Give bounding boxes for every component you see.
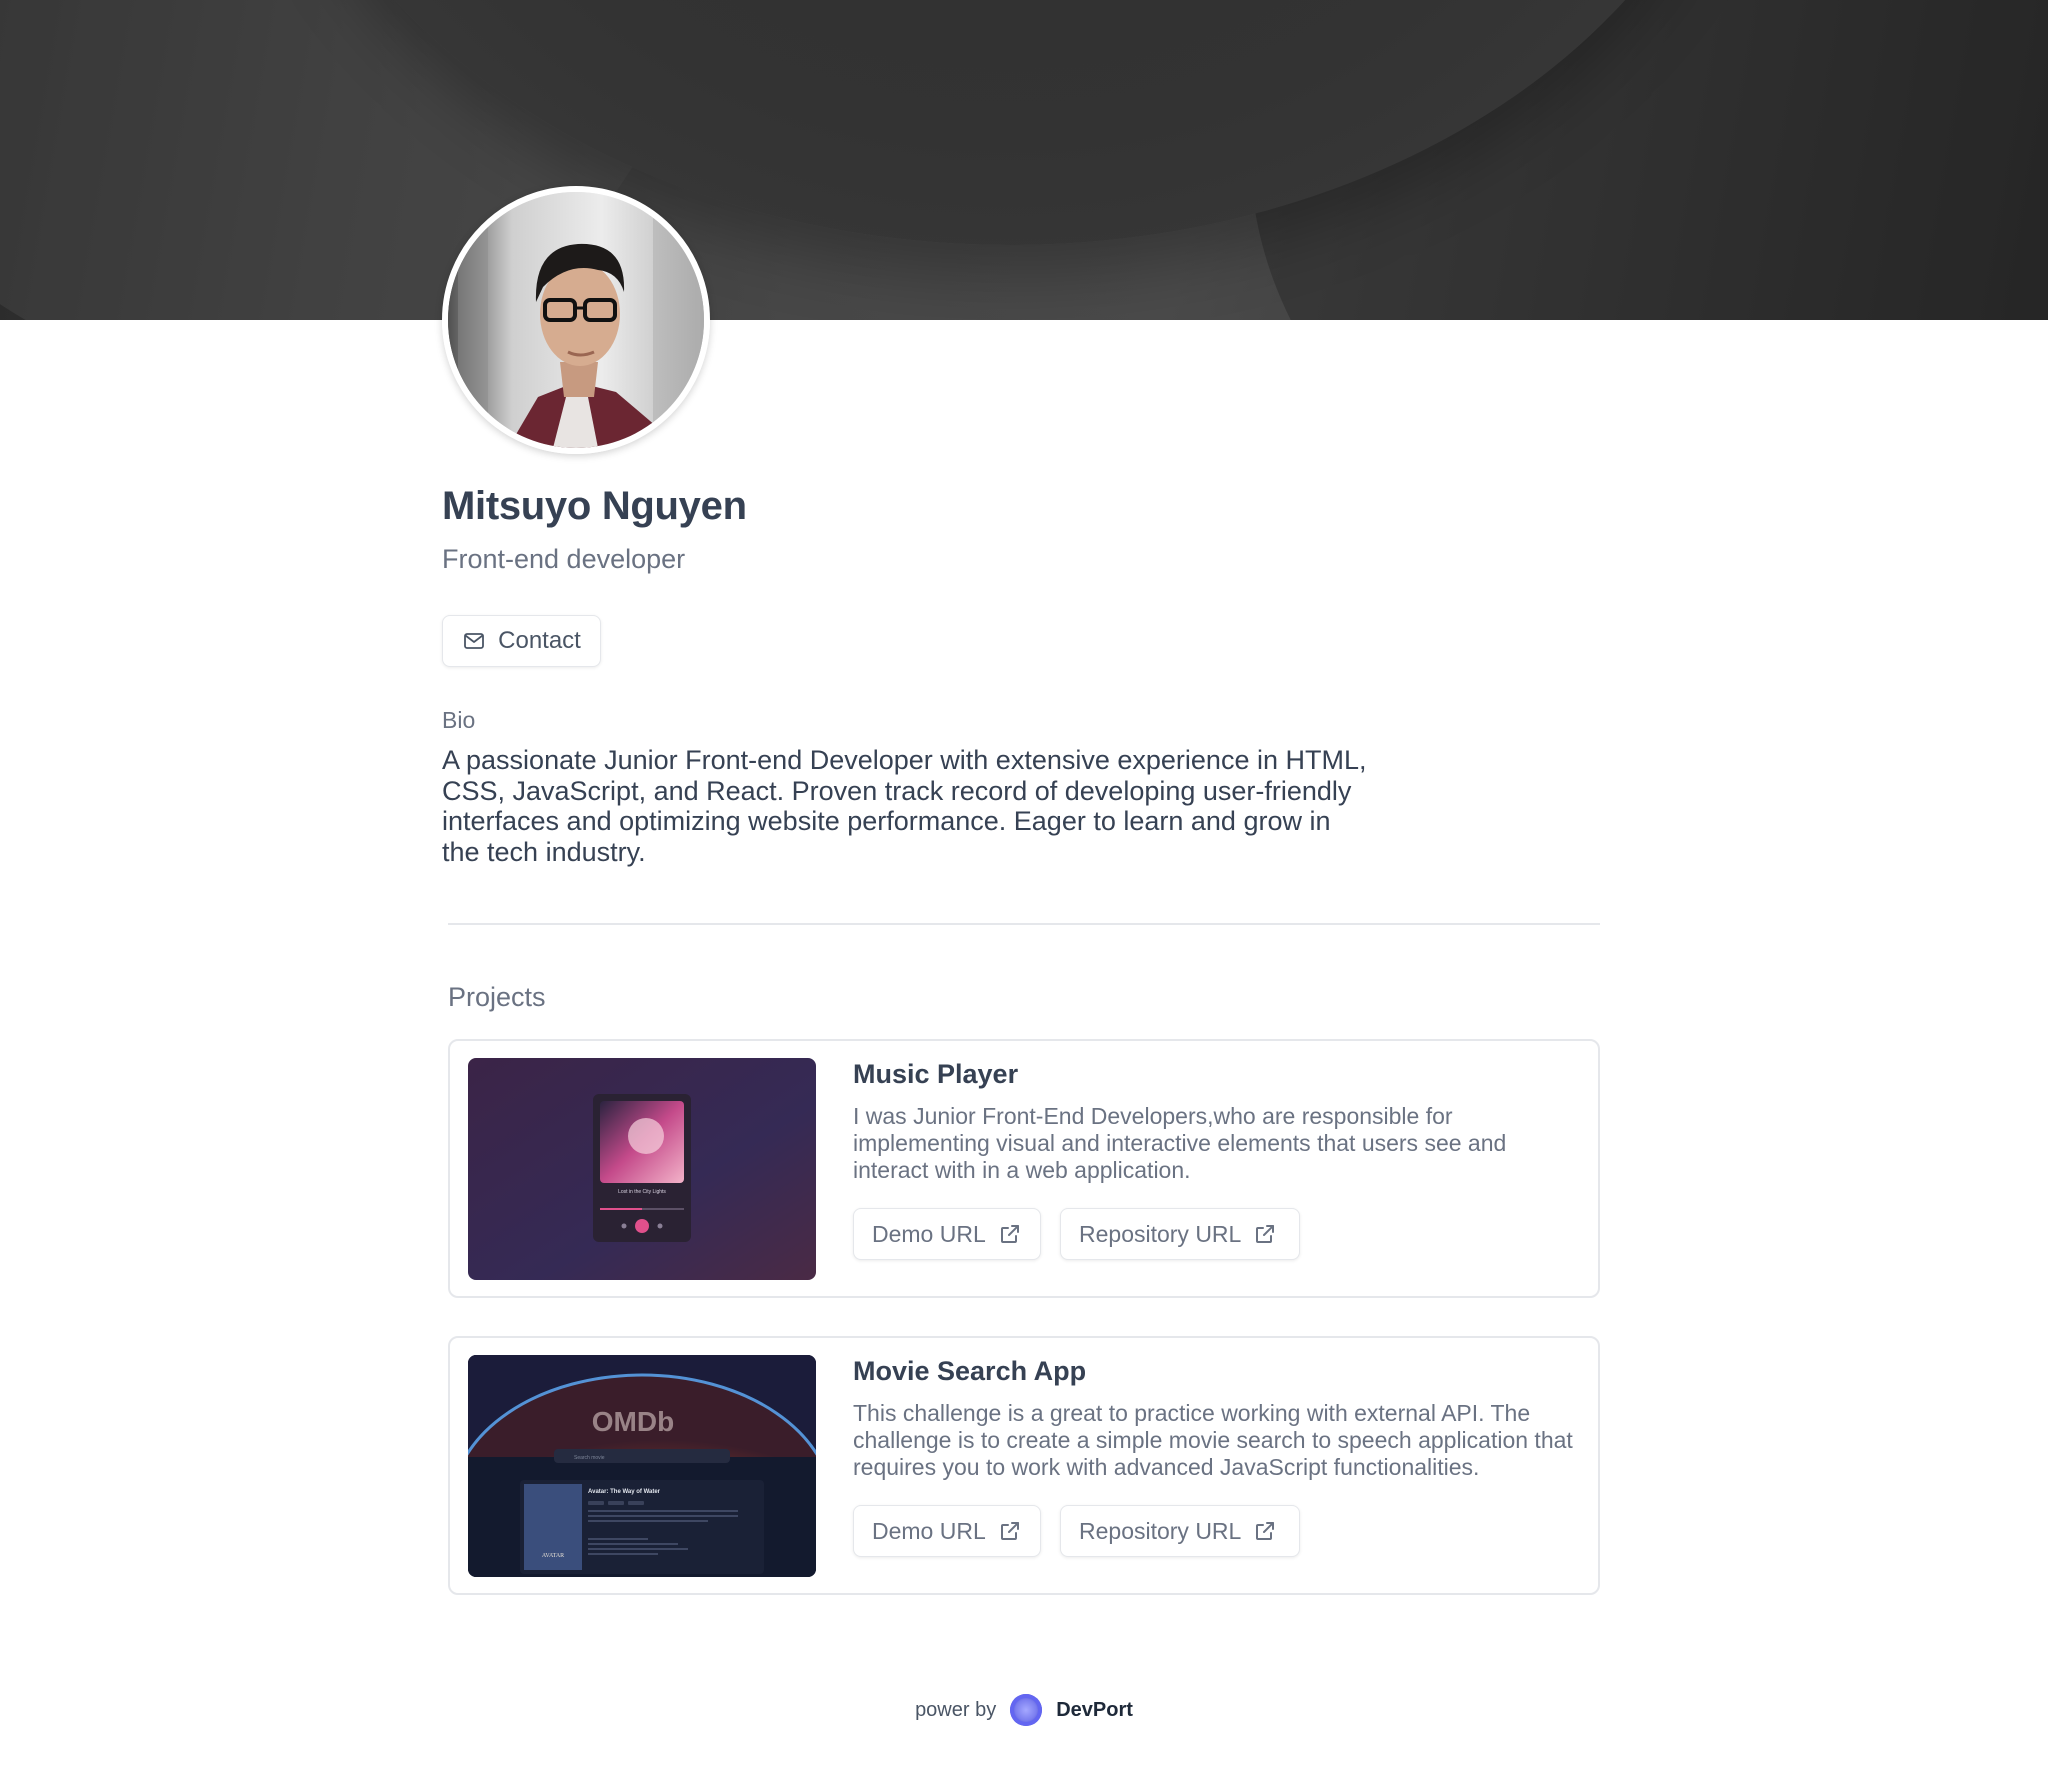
thumb-search-placeholder: Search movie xyxy=(574,1455,605,1461)
repository-url-label: Repository URL xyxy=(1079,1517,1242,1544)
thumb-poster-title: AVATAR xyxy=(542,1553,564,1559)
profile-page: Mitsuyo Nguyen Front-end developer Conta… xyxy=(0,0,2048,1768)
project-description: This challenge is a great to practice wo… xyxy=(853,1400,1573,1480)
external-link-icon xyxy=(998,1519,1022,1543)
project-thumbnail: OMDb Search movie AVATAR Avatar: The Way… xyxy=(468,1355,816,1577)
footer-prefix: power by xyxy=(915,1698,997,1721)
demo-url-label: Demo URL xyxy=(872,1517,986,1544)
demo-url-button[interactable]: Demo URL xyxy=(853,1208,1041,1260)
mail-icon xyxy=(462,629,486,653)
project-title: Movie Search App xyxy=(853,1356,1087,1386)
bio-text: A passionate Junior Front-end Developer … xyxy=(442,745,1367,867)
external-link-icon xyxy=(998,1222,1022,1246)
avatar xyxy=(442,186,710,454)
project-title: Music Player xyxy=(853,1059,1019,1089)
repository-url-label: Repository URL xyxy=(1079,1220,1242,1247)
project-thumbnail: Lost in the City Lights xyxy=(468,1058,816,1280)
section-divider xyxy=(448,923,1600,925)
thumb-song-title: Lost in the City Lights xyxy=(618,1189,666,1195)
repository-url-button[interactable]: Repository URL xyxy=(1060,1208,1300,1260)
bio-label: Bio xyxy=(442,707,476,733)
external-link-icon xyxy=(1253,1222,1277,1246)
project-card-movie-search-app: OMDb Search movie AVATAR Avatar: The Way… xyxy=(448,1336,1600,1595)
thumb-movie-title: Avatar: The Way of Water xyxy=(588,1489,661,1495)
profile-role: Front-end developer xyxy=(442,544,686,574)
footer: power by DevPort xyxy=(0,1690,2048,1730)
project-description: I was Junior Front-End Developers,who ar… xyxy=(853,1103,1507,1183)
demo-url-button[interactable]: Demo URL xyxy=(853,1505,1041,1557)
repository-url-button[interactable]: Repository URL xyxy=(1060,1505,1300,1557)
devport-logo-icon xyxy=(1010,1694,1043,1726)
cover-banner xyxy=(0,0,2048,320)
project-card-music-player: Lost in the City Lights Music Player I w… xyxy=(448,1039,1600,1298)
footer-brand-link[interactable]: DevPort xyxy=(1056,1699,1133,1722)
external-link-icon xyxy=(1253,1519,1277,1543)
contact-label: Contact xyxy=(498,627,581,654)
demo-url-label: Demo URL xyxy=(872,1220,986,1247)
projects-title: Projects xyxy=(448,982,546,1012)
profile-name: Mitsuyo Nguyen xyxy=(442,484,747,528)
thumb-omdb-logo: OMDb xyxy=(592,1406,674,1437)
contact-button[interactable]: Contact xyxy=(442,615,601,667)
